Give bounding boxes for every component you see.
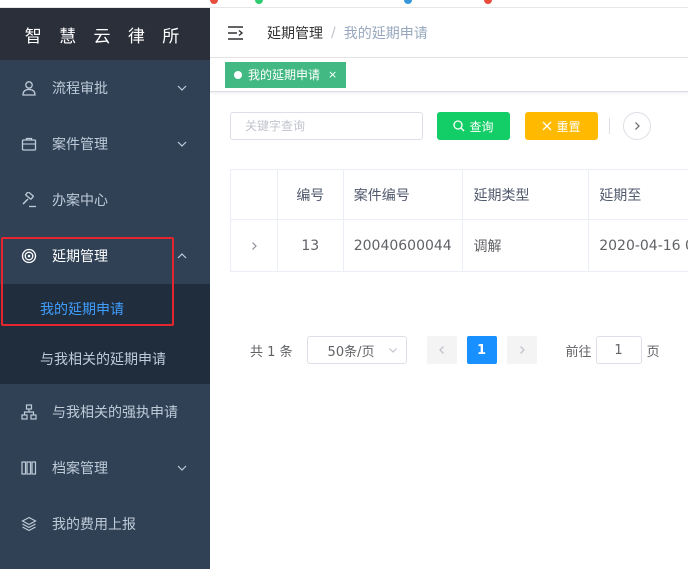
sidebar-item-label: 延期管理	[52, 249, 108, 265]
chevron-right-icon	[252, 241, 257, 250]
browser-icon	[484, 0, 492, 4]
tag-label: 我的延期申请	[248, 68, 321, 82]
sidebar-item-label: 与我相关的强执申请	[52, 405, 178, 421]
chevron-up-icon	[177, 253, 187, 259]
table-header-row: 编号 案件编号 延期类型 延期至	[231, 170, 688, 220]
prev-page-button[interactable]	[426, 336, 457, 364]
browser-icon	[404, 0, 412, 4]
sidebar-item-case-center[interactable]: 办案中心	[0, 172, 210, 228]
case-bag-icon	[20, 135, 38, 153]
search-input[interactable]	[230, 112, 423, 140]
sidebar-item-label: 我的费用上报	[52, 517, 136, 533]
target-icon	[20, 247, 38, 265]
expand-toolbar-button[interactable]	[623, 112, 651, 140]
hamburger-icon[interactable]	[227, 25, 245, 41]
cell-until: 2020-04-16 00	[589, 220, 688, 272]
active-dot-icon	[234, 70, 242, 79]
submenu-item-related-extension[interactable]: 与我相关的延期申请	[0, 334, 210, 384]
pagination-total: 共 1 条	[250, 344, 293, 360]
page-number-current[interactable]: 1	[466, 336, 497, 364]
cell-case-no: 20040600044	[343, 220, 464, 272]
app-logo: 智 慧 云 律 所	[0, 8, 210, 60]
goto-page-input[interactable]	[595, 336, 642, 364]
sidebar: 智 慧 云 律 所 流程审批 案件管理 办案中心 延期管理 我的延期申请 与我相…	[0, 8, 210, 569]
books-icon	[20, 459, 38, 477]
goto-prefix: 前往	[565, 344, 592, 360]
page-size-select[interactable]: 50条/页	[306, 336, 407, 364]
query-label: 查询	[469, 119, 494, 134]
header-type: 延期类型	[463, 170, 590, 220]
chevron-right-icon	[519, 346, 525, 354]
sidebar-item-enforcement[interactable]: 与我相关的强执申请	[0, 384, 210, 440]
chevron-down-icon	[388, 348, 397, 353]
table-row[interactable]: 13 20040600044 调解 2020-04-16 00	[231, 220, 688, 272]
close-icon	[543, 121, 552, 131]
page-size-value: 50条/页	[327, 344, 375, 360]
sidebar-item-label: 流程审批	[52, 81, 108, 97]
reset-label: 重置	[556, 119, 581, 134]
sidebar-item-extension[interactable]: 延期管理	[0, 228, 210, 284]
sidebar-item-label: 档案管理	[52, 461, 108, 477]
tag-my-extension[interactable]: 我的延期申请 ×	[225, 61, 347, 88]
cell-no: 13	[277, 220, 344, 272]
tree-icon	[20, 403, 38, 421]
sidebar-item-cases[interactable]: 案件管理	[0, 116, 210, 172]
row-expand-toggle[interactable]	[231, 220, 278, 272]
chevron-left-icon	[438, 346, 444, 354]
main-content: 延期管理 / 我的延期申请 我的延期申请 × 查询 重置 编号 案件编号 延期	[210, 8, 688, 569]
layers-icon	[20, 515, 38, 533]
browser-icon	[210, 0, 218, 4]
submenu-item-my-extension[interactable]: 我的延期申请	[0, 284, 210, 334]
gavel-icon	[20, 191, 38, 209]
query-button[interactable]: 查询	[437, 112, 510, 140]
header-until: 延期至	[589, 170, 688, 220]
goto-suffix: 页	[646, 344, 660, 360]
filter-bar: 查询 重置	[230, 112, 651, 140]
next-page-button[interactable]	[506, 336, 537, 364]
sidebar-item-label: 办案中心	[52, 193, 108, 209]
navbar: 延期管理 / 我的延期申请	[210, 8, 688, 58]
reset-button[interactable]: 重置	[525, 112, 598, 140]
extension-table: 编号 案件编号 延期类型 延期至 13 20040600044 调解 2020-…	[230, 169, 688, 272]
extension-submenu: 我的延期申请 与我相关的延期申请	[0, 284, 210, 384]
breadcrumb-separator: /	[331, 24, 336, 41]
browser-icon	[255, 0, 263, 4]
sidebar-item-expenses[interactable]: 我的费用上报	[0, 496, 210, 552]
header-expand	[231, 170, 278, 220]
search-icon	[453, 120, 465, 132]
user-icon	[20, 79, 38, 97]
chevron-down-icon	[177, 85, 187, 91]
chevron-down-icon	[177, 141, 187, 147]
chevron-down-icon	[177, 465, 187, 471]
browser-top-strip	[0, 0, 688, 8]
tags-view: 我的延期申请 ×	[210, 58, 688, 92]
breadcrumb-item[interactable]: 延期管理	[267, 23, 323, 43]
header-no: 编号	[277, 170, 344, 220]
header-case-no: 案件编号	[343, 170, 464, 220]
breadcrumb-current: 我的延期申请	[343, 25, 428, 42]
pagination: 共 1 条 50条/页 1 前往 页	[250, 336, 660, 364]
close-icon[interactable]: ×	[328, 68, 337, 81]
divider	[609, 118, 610, 134]
chevron-right-icon	[635, 122, 640, 130]
sidebar-item-approval[interactable]: 流程审批	[0, 60, 210, 116]
sidebar-item-label: 案件管理	[52, 137, 108, 153]
sidebar-item-archives[interactable]: 档案管理	[0, 440, 210, 496]
cell-type: 调解	[463, 220, 590, 272]
